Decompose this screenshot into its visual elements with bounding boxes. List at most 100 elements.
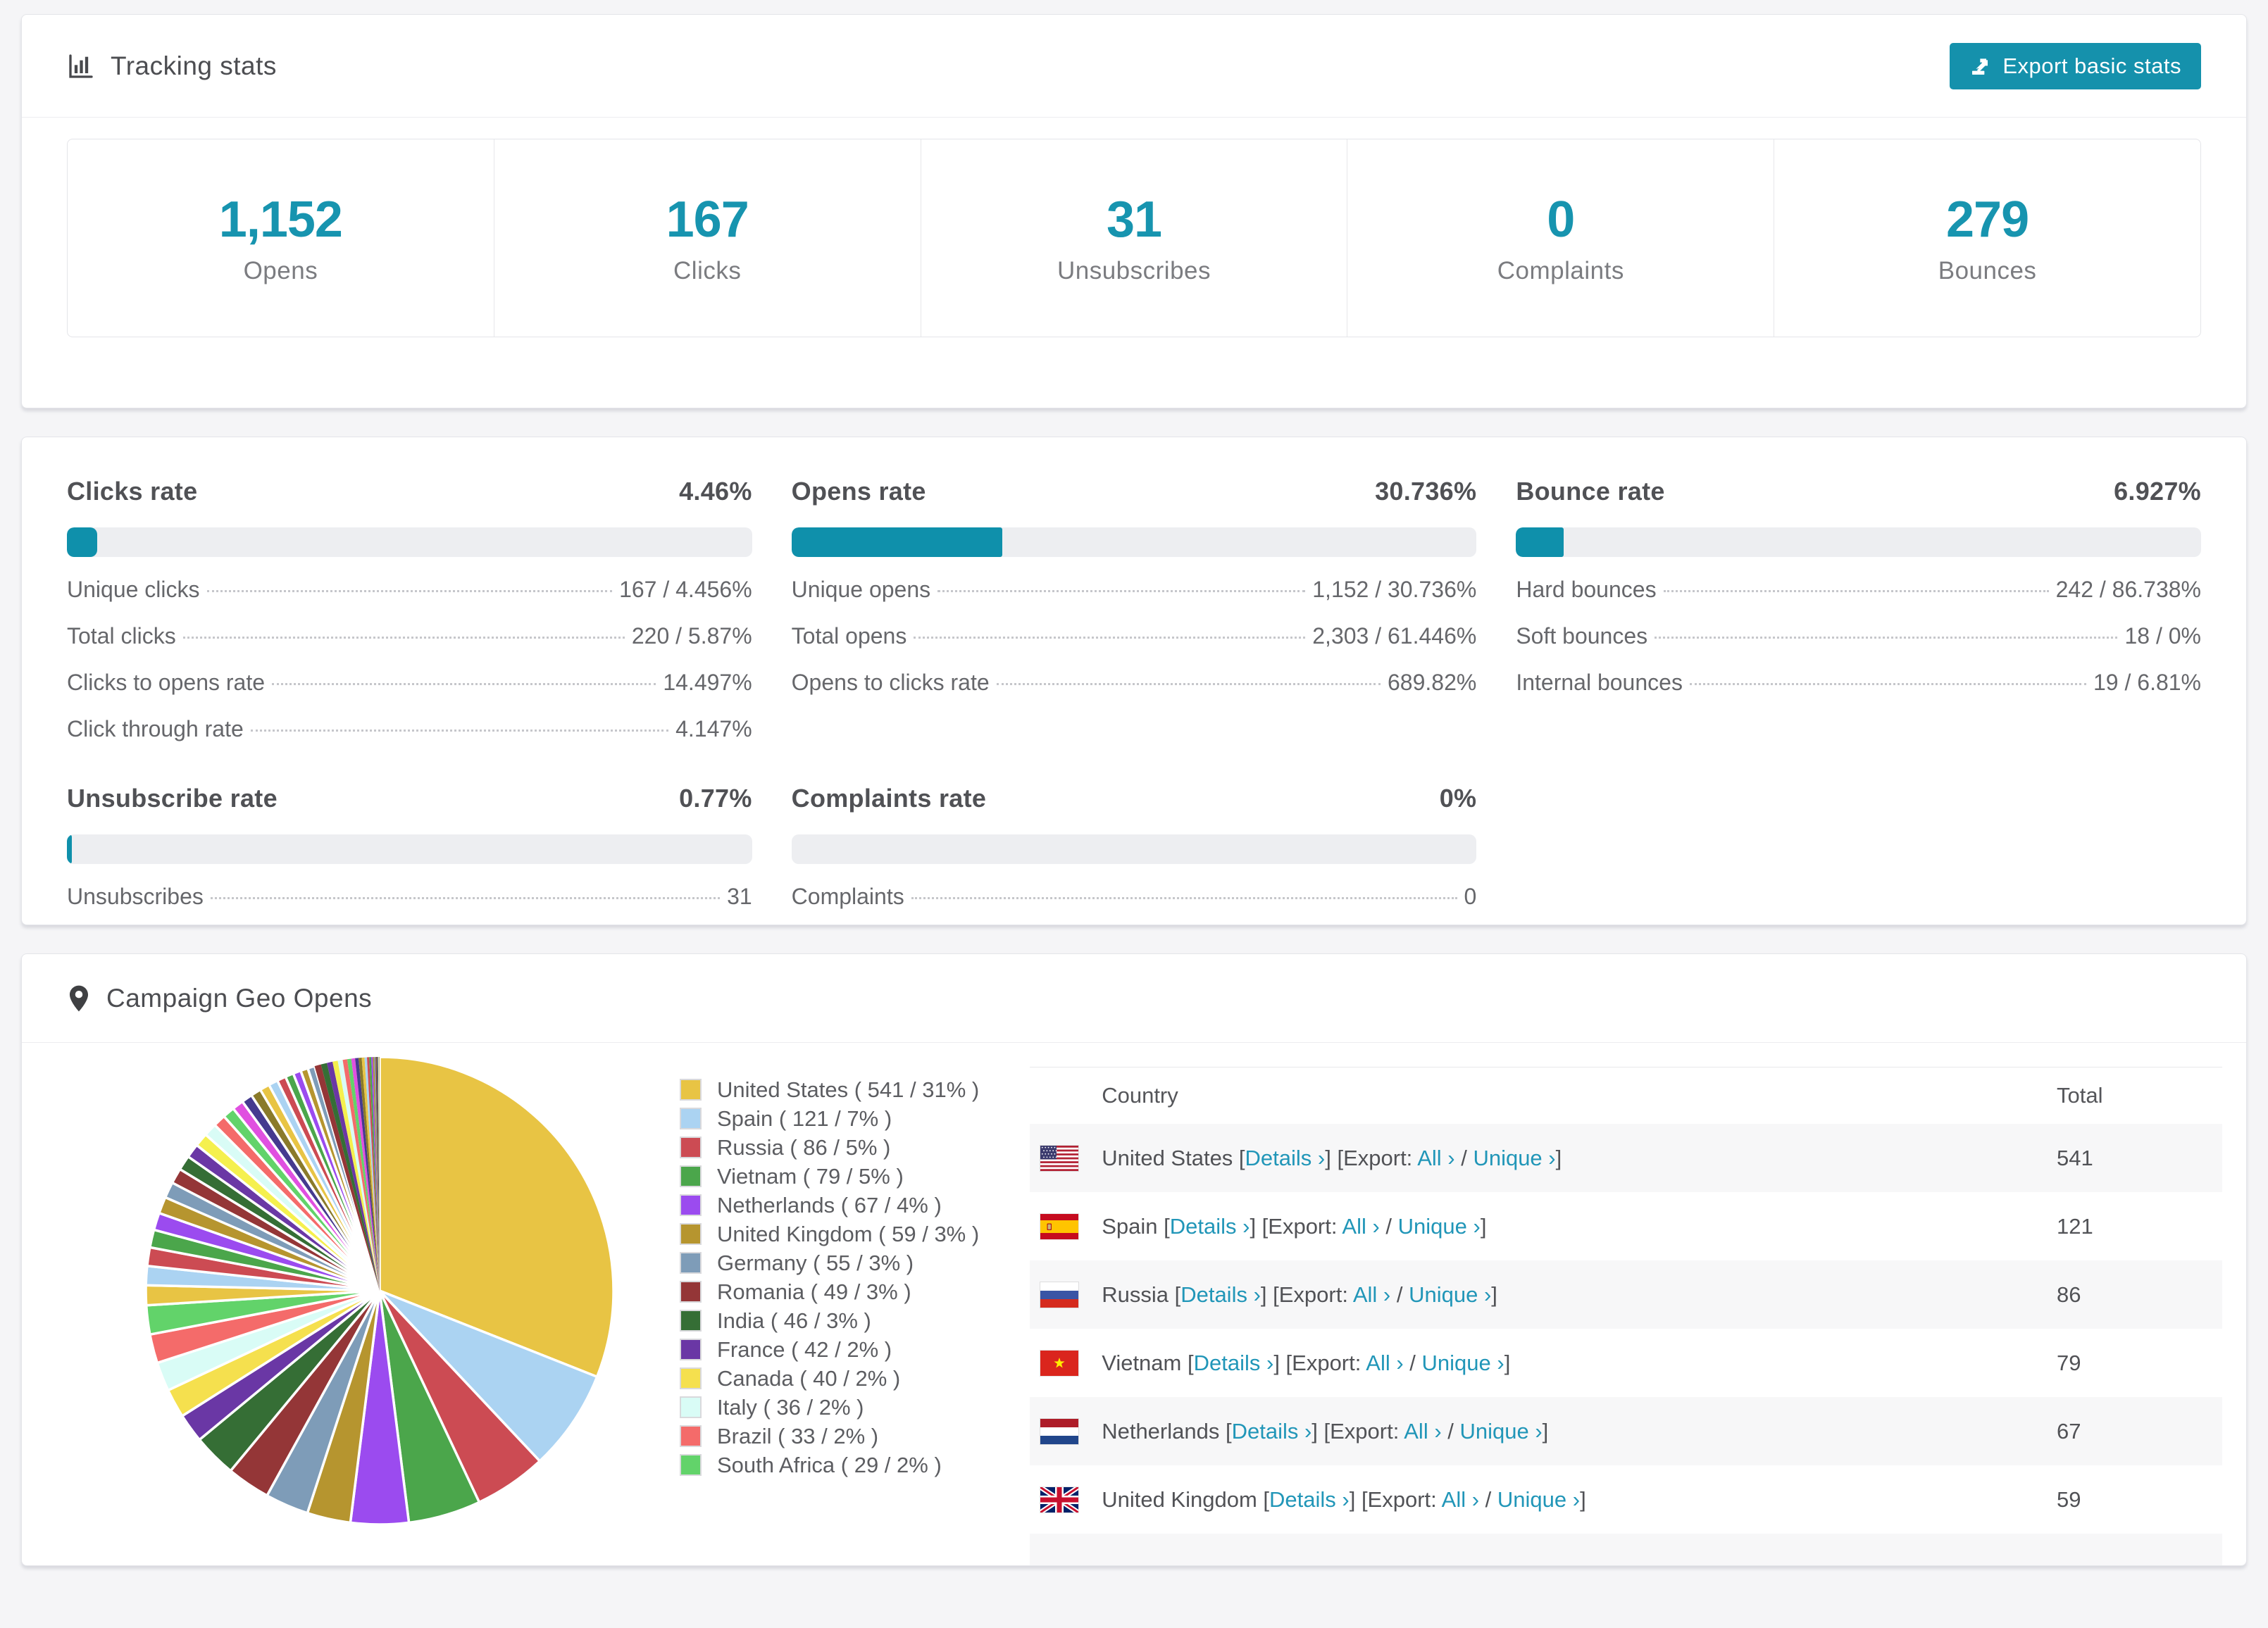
geo-table-header: Country Total (1030, 1067, 2222, 1124)
rate-row-label: Internal bounces (1516, 670, 1683, 695)
dotted-leader (210, 897, 721, 899)
stat-label: Bounces (1938, 257, 2037, 284)
details-link[interactable]: Details › (1194, 1351, 1274, 1375)
total-cell: 79 (2057, 1350, 2081, 1375)
stat-label: Complaints (1497, 257, 1624, 284)
geo-table-row-nl: Netherlands [Details ›] [Export: All › /… (1030, 1397, 2222, 1465)
geo-table-row-es: Spain [Details ›] [Export: All › / Uniqu… (1030, 1192, 2222, 1260)
tracking-stats-card: Tracking stats Export basic stats 1,152 O… (21, 14, 2247, 408)
pie-chart-svg (144, 1056, 615, 1526)
legend-item-vietnam: Vietnam ( 79 / 5% ) (680, 1162, 979, 1191)
export-all-link[interactable]: All › (1366, 1351, 1403, 1375)
rate-block-unsubscribe-rate: Unsubscribe rate 0.77% Unsubscribes 31 (67, 784, 752, 910)
export-unique-link[interactable]: Unique › (1497, 1487, 1580, 1512)
country-name: Vietnam (1102, 1350, 1182, 1375)
dotted-leader (1689, 683, 2086, 685)
details-link[interactable]: Details › (1180, 1282, 1261, 1307)
geo-body: United States ( 541 / 31% ) Spain ( 121 /… (22, 1043, 2246, 1565)
legend-swatch (680, 1281, 702, 1303)
rate-row-click-through-rate: Click through rate 4.147% (67, 715, 752, 743)
export-all-link[interactable]: All › (1353, 1282, 1390, 1307)
geo-table-rows: United States [Details ›] [Export: All ›… (1030, 1124, 2222, 1565)
dotted-leader (272, 683, 656, 685)
export-all-link[interactable]: All › (1342, 1214, 1379, 1239)
export-unique-link[interactable]: Unique › (1459, 1419, 1542, 1444)
rate-rows: Unique clicks 167 / 4.456% Total clicks 220… (67, 575, 752, 743)
ru-flag-icon (1040, 1282, 1079, 1308)
stat-value: 1,152 (218, 192, 343, 248)
legend-item-brazil: Brazil ( 33 / 2% ) (680, 1422, 979, 1451)
geo-table-row-vn: Vietnam [Details ›] [Export: All › / Uni… (1030, 1329, 2222, 1397)
rate-row-label: Soft bounces (1516, 623, 1648, 649)
rate-rows: Unique opens 1,152 / 30.736% Total opens 2,… (792, 575, 1477, 696)
rate-title: Complaints rate (791, 784, 987, 813)
country-name: United Kingdom (1102, 1486, 1257, 1512)
geo-table-row-gb: United Kingdom [Details ›] [Export: All … (1030, 1465, 2222, 1534)
country-cell: Vietnam [Details ›] [Export: All › / Uni… (1102, 1350, 1511, 1375)
country-cell: Russia [Details ›] [Export: All › / Uniq… (1102, 1282, 1497, 1307)
rate-row-opens-to-clicks-rate: Opens to clicks rate 689.82% (792, 668, 1477, 696)
rate-progress-track (791, 834, 1477, 864)
rate-progress-fill (791, 527, 1002, 557)
rate-value: 0% (1439, 784, 1477, 813)
details-link[interactable]: Details › (1269, 1487, 1350, 1512)
tracking-stats-header: Tracking stats Export basic stats (22, 15, 2246, 118)
dotted-leader (1663, 590, 2049, 592)
stat-value: 167 (666, 192, 749, 248)
legend-item-italy: Italy ( 36 / 2% ) (680, 1393, 979, 1422)
rate-row-unsubscribes: Unsubscribes 31 (67, 882, 752, 910)
export-all-link[interactable]: All › (1417, 1146, 1454, 1170)
stat-value: 279 (1946, 192, 2029, 248)
dotted-leader (911, 897, 1457, 899)
dotted-leader (206, 590, 613, 592)
country-name: Russia (1102, 1282, 1169, 1307)
country-name: Netherlands (1102, 1418, 1220, 1444)
export-unique-link[interactable]: Unique › (1409, 1282, 1491, 1307)
dotted-leader (914, 637, 1306, 639)
dotted-leader (250, 730, 669, 732)
details-link[interactable]: Details › (1245, 1146, 1326, 1170)
export-all-link[interactable]: All › (1442, 1487, 1479, 1512)
legend-label: Germany ( 55 / 3% ) (717, 1250, 914, 1275)
tracking-stats-title: Tracking stats (67, 51, 277, 81)
legend-label: United Kingdom ( 59 / 3% ) (717, 1221, 980, 1246)
export-unique-link[interactable]: Unique › (1473, 1146, 1555, 1170)
legend-label: Vietnam ( 79 / 5% ) (717, 1163, 904, 1189)
export-basic-stats-button[interactable]: Export basic stats (1950, 42, 2201, 89)
details-link[interactable]: Details › (1232, 1419, 1312, 1444)
rates-grid: Clicks rate 4.46% Unique clicks 167 / 4.456… (67, 477, 2201, 910)
export-all-link[interactable]: All › (1404, 1419, 1441, 1444)
country-name: United States (1102, 1145, 1233, 1170)
export-unique-link[interactable]: Unique › (1422, 1351, 1504, 1375)
rate-row-value: 19 / 6.81% (2093, 670, 2201, 695)
legend-swatch (680, 1079, 702, 1101)
country-cell: United States [Details ›] [Export: All ›… (1102, 1145, 1562, 1170)
stat-box-unsubscribes: 31 Unsubscribes (920, 139, 1347, 337)
export-icon (1972, 58, 1988, 75)
rate-row-complaints: Complaints 0 (792, 882, 1477, 910)
stat-label: Opens (243, 257, 318, 284)
geo-card-title-text: Campaign Geo Opens (106, 983, 373, 1013)
legend-label: Canada ( 40 / 2% ) (717, 1365, 901, 1391)
rate-rows: Unsubscribes 31 (67, 882, 752, 910)
nl-flag-icon (1040, 1418, 1079, 1444)
details-link[interactable]: Details › (1170, 1214, 1250, 1239)
legend-label: Italy ( 36 / 2% ) (717, 1394, 864, 1420)
stat-box-bounces: 279 Bounces (1774, 139, 2200, 337)
rate-row-clicks-to-opens-rate: Clicks to opens rate 14.497% (67, 668, 752, 696)
rate-row-label: Click through rate (67, 716, 244, 741)
country-cell: Netherlands [Details ›] [Export: All › /… (1102, 1418, 1549, 1444)
legend-item-netherlands: Netherlands ( 67 / 4% ) (680, 1191, 979, 1220)
rate-row-label: Unique opens (791, 577, 931, 602)
geo-card-header: Campaign Geo Opens (22, 954, 2246, 1043)
rate-block-opens-rate: Opens rate 30.736% Unique opens 1,152 / 30.… (791, 477, 1477, 743)
stat-box-complaints: 0 Complaints (1347, 139, 1774, 337)
rate-row-label: Unique clicks (67, 577, 200, 602)
rate-row-value: 242 / 86.738% (2055, 577, 2201, 602)
legend-swatch (680, 1165, 702, 1187)
geo-table-row-ru: Russia [Details ›] [Export: All › / Uniq… (1030, 1260, 2222, 1329)
rate-row-value: 14.497% (663, 670, 752, 695)
legend-swatch (680, 1137, 702, 1158)
legend-label: Spain ( 121 / 7% ) (717, 1106, 892, 1131)
export-unique-link[interactable]: Unique › (1398, 1214, 1481, 1239)
